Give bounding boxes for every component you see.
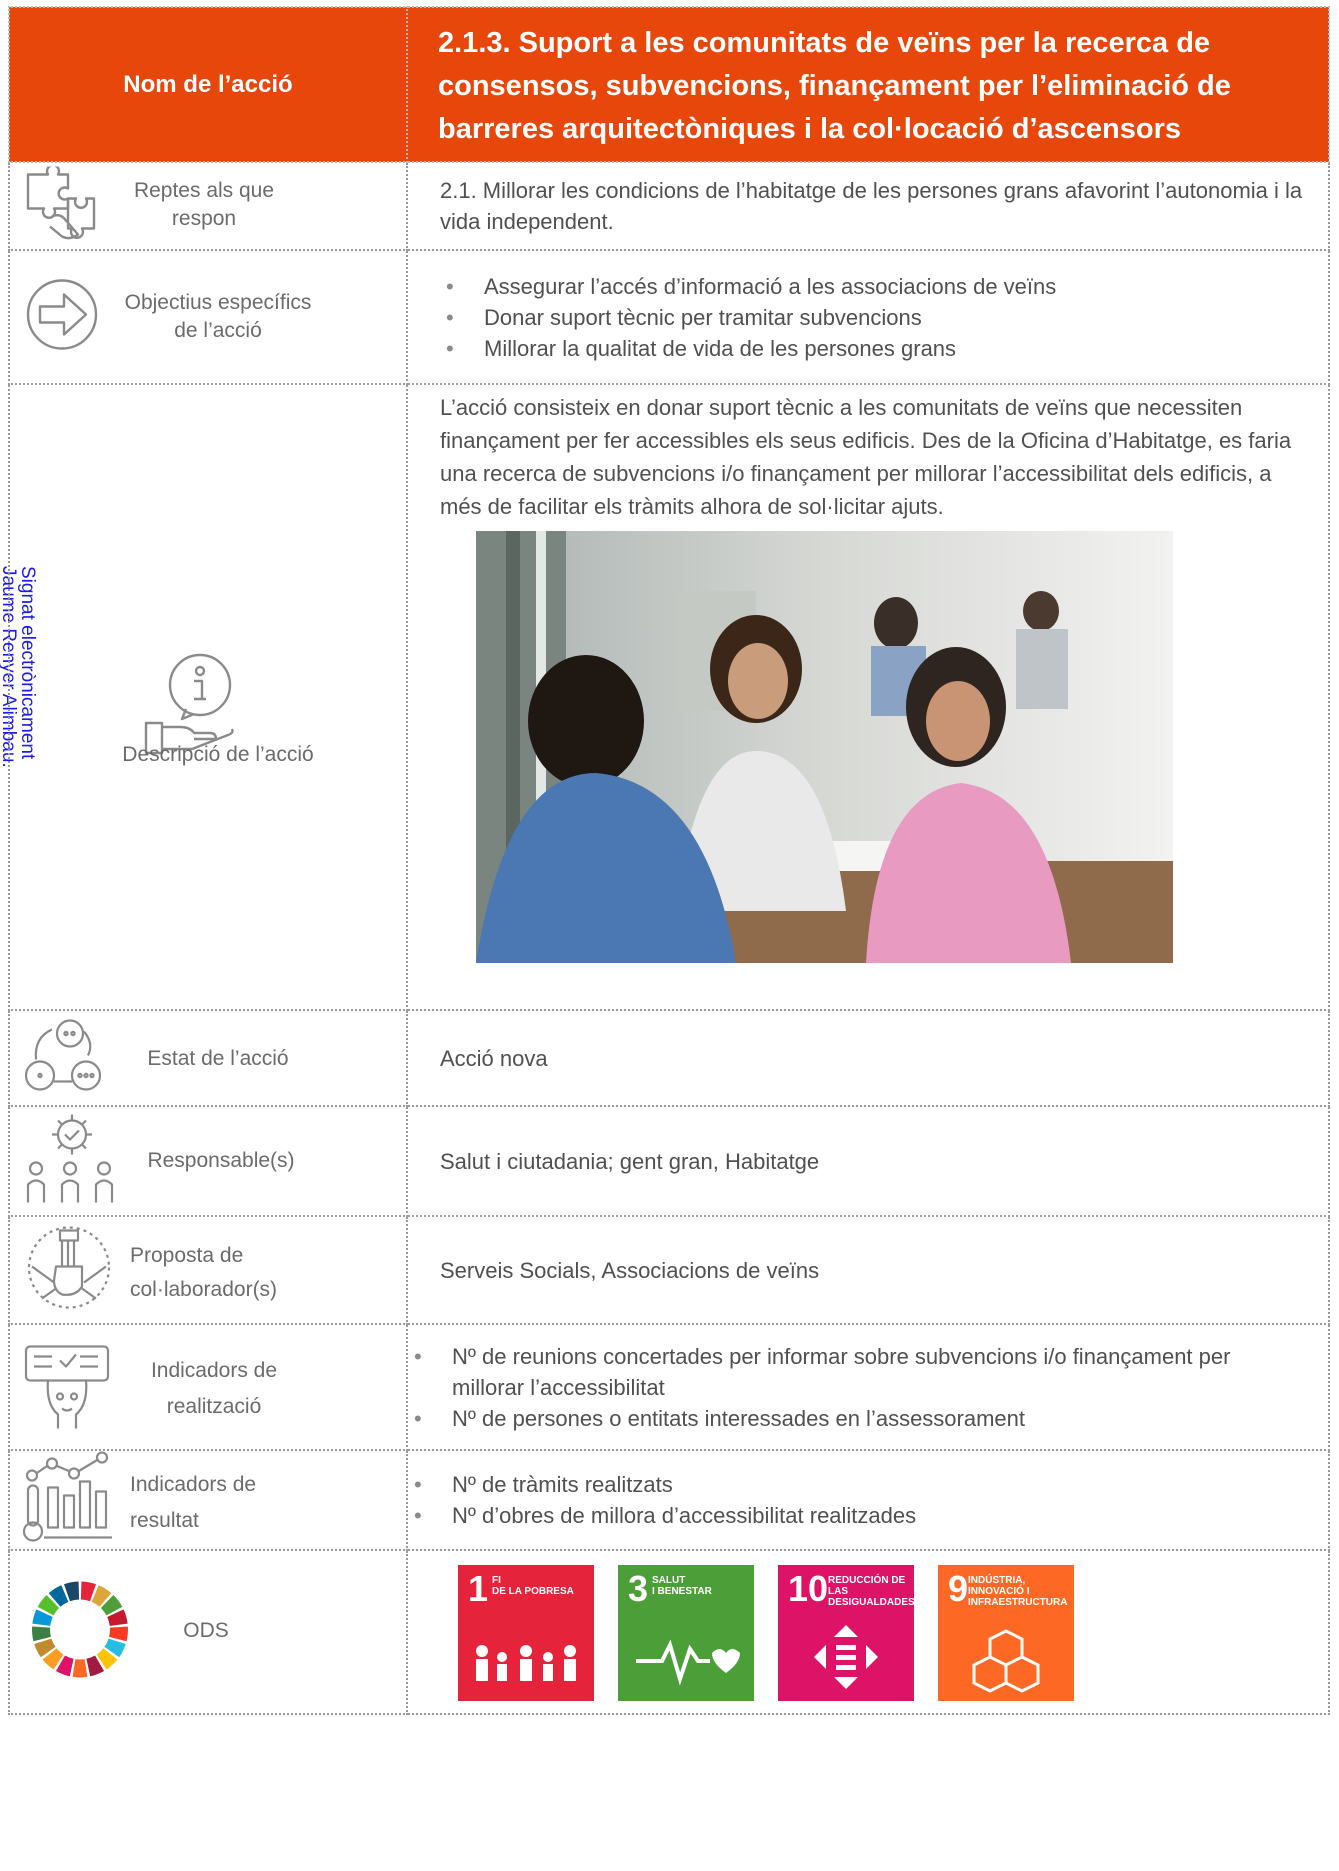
sdg-tile-3-caption-2: I BENESTAR	[652, 1586, 712, 1597]
sdg-wheel-icon	[30, 1580, 130, 1685]
objectius-label-line1: Objectius específics	[124, 291, 312, 314]
row-proposta: Proposta de col·laborador(s) Serveis Soc…	[8, 1215, 1330, 1325]
action-table: Nom de l’acció 2.1.3. Suport a les comun…	[8, 6, 1330, 1715]
responsables-label: Responsable(s)	[147, 1149, 295, 1172]
sdg-tile-3-caption: SALUT	[652, 1575, 686, 1586]
objectius-value: Assegurar l’accés d’informació a les ass…	[406, 249, 1330, 385]
sdg-tile-10-caption: REDUCCIÓN DE LAS	[828, 1575, 906, 1597]
hands-together-icon	[22, 1223, 116, 1318]
row-resultat: Indicadors de resultat Nº de tràmits rea…	[8, 1449, 1330, 1551]
label-cell-descripcio: Descripció de l’acció	[8, 383, 408, 1011]
label-cell-estat: Estat de l’acció	[8, 1009, 408, 1107]
row-descripcio: Descripció de l’acció L’acció consisteix…	[8, 383, 1330, 1011]
label-cell-proposta: Proposta de col·laborador(s)	[8, 1215, 408, 1325]
reptes-label-line1: Reptes als que	[133, 179, 275, 202]
action-name-label: Nom de l’acció	[8, 6, 408, 163]
objectius-label-line2: de l’acció	[174, 319, 262, 342]
list-item: Nº de persones o entitats interessades e…	[408, 1403, 1306, 1434]
sdg-tile-9-caption: INDÚSTRIA,	[968, 1575, 1026, 1586]
label-cell-ods: ODS	[8, 1549, 408, 1715]
ods-value-cell: 1 FI DE LA POBRESA 3 SALUT I BENESTAR 10 R…	[406, 1549, 1330, 1715]
row-estat: Estat de l’acció Acció nova	[8, 1009, 1330, 1107]
action-title: 2.1.3. Suport a les comunitats de veïns …	[406, 6, 1330, 163]
realitzacio-label-line2: realització	[166, 1395, 262, 1418]
list-item: Millorar la qualitat de vida de les pers…	[440, 333, 1306, 364]
row-ods: ODS 1 FI DE LA POBRESA 3 SALUT I BENESTAR	[8, 1549, 1330, 1715]
team-gear-icon	[22, 1111, 118, 1212]
resultat-label-line1: Indicadors de	[130, 1473, 257, 1496]
sdg-tile-10-caption-2: DESIGUALDADES	[828, 1597, 915, 1608]
head-checklist-icon	[22, 1339, 112, 1436]
label-cell-resultat: Indicadors de resultat	[8, 1449, 408, 1551]
label-cell-responsables: Responsable(s)	[8, 1105, 408, 1217]
realitzacio-label-line1: Indicadors de	[150, 1359, 278, 1382]
label-cell-objectius: Objectius específics de l’acció	[8, 249, 408, 385]
descripcio-label: Descripció de l’acció	[122, 743, 314, 766]
list-item: Nº de tràmits realitzats	[408, 1469, 1306, 1500]
sdg-tile-10-number: 10	[788, 1568, 829, 1609]
proposta-label-line1: Proposta de	[130, 1244, 244, 1267]
list-item: Nº de reunions concertades per informar …	[408, 1341, 1306, 1403]
label-cell-reptes: Reptes als que respon	[8, 161, 408, 251]
sdg-tile-3-number: 3	[628, 1568, 649, 1609]
sdg-wheel-segment	[109, 1626, 128, 1642]
list-item: Donar suport tècnic per tramitar subvenc…	[440, 302, 1306, 333]
row-realitzacio: Indicadors de realització Nº de reunions…	[8, 1323, 1330, 1451]
label-cell-realitzacio: Indicadors de realització	[8, 1323, 408, 1451]
responsables-value: Salut i ciutadania; gent gran, Habitatge	[406, 1105, 1330, 1217]
sdg-tile-1-caption: FI	[492, 1575, 501, 1586]
proposta-label-line2: col·laborador(s)	[130, 1278, 278, 1301]
proposta-value: Serveis Socials, Associacions de veïns	[406, 1215, 1330, 1325]
puzzle-icon	[22, 164, 102, 246]
resultat-label-line2: resultat	[130, 1509, 199, 1532]
sdg-tile-1-number: 1	[468, 1568, 489, 1609]
sdg-tile-1: 1 FI DE LA POBRESA	[458, 1565, 594, 1701]
realitzacio-value: Nº de reunions concertades per informar …	[406, 1323, 1330, 1451]
sdg-tile-3: 3 SALUT I BENESTAR	[618, 1565, 754, 1701]
row-responsables: Responsable(s) Salut i ciutadania; gent …	[8, 1105, 1330, 1217]
sdg-tile-10: 10 REDUCCIÓN DE LAS DESIGUALDADES	[778, 1565, 915, 1701]
action-sheet: Nom de l’acció 2.1.3. Suport a les comun…	[8, 6, 1330, 1715]
arrow-right-circle-icon	[24, 277, 100, 358]
descripcio-text: L’acció consisteix en donar suport tècni…	[440, 395, 1292, 519]
chart-thermometer-icon	[22, 1451, 118, 1549]
sdg-wheel-segment	[32, 1626, 51, 1642]
sdg-tile-9-caption-2: INNOVACIÓ I	[968, 1586, 1030, 1597]
sdg-tile-1-caption-2: DE LA POBRESA	[492, 1586, 574, 1597]
meeting-photo	[476, 531, 1173, 963]
reptes-value: 2.1. Millorar les condicions de l’habita…	[406, 161, 1330, 251]
list-item: Assegurar l’accés d’informació a les ass…	[440, 271, 1306, 302]
sdg-wheel-segment	[72, 1659, 88, 1678]
ods-label: ODS	[183, 1619, 229, 1642]
row-objectius: Objectius específics de l’acció Assegura…	[8, 249, 1330, 385]
list-item: Nº d’obres de millora d’accessibilitat r…	[408, 1500, 1306, 1531]
sdg-tile-9-caption-3: INFRAESTRUCTURA	[968, 1597, 1068, 1608]
cycle-dots-icon	[22, 1016, 104, 1101]
sdg-tile-9-number: 9	[948, 1568, 969, 1609]
estat-value: Acció nova	[406, 1009, 1330, 1107]
sdg-tile-9: 9 INDÚSTRIA, INNOVACIÓ I INFRAESTRUCTURA	[938, 1565, 1074, 1701]
descripcio-value-cell: L’acció consisteix en donar suport tècni…	[406, 383, 1330, 1011]
resultat-value: Nº de tràmits realitzats Nº d’obres de m…	[406, 1449, 1330, 1551]
estat-label: Estat de l’acció	[147, 1047, 289, 1070]
reptes-label-line2: respon	[171, 207, 237, 230]
row-reptes: Reptes als que respon 2.1. Millorar les …	[8, 161, 1330, 251]
header-row: Nom de l’acció 2.1.3. Suport a les comun…	[8, 6, 1330, 163]
